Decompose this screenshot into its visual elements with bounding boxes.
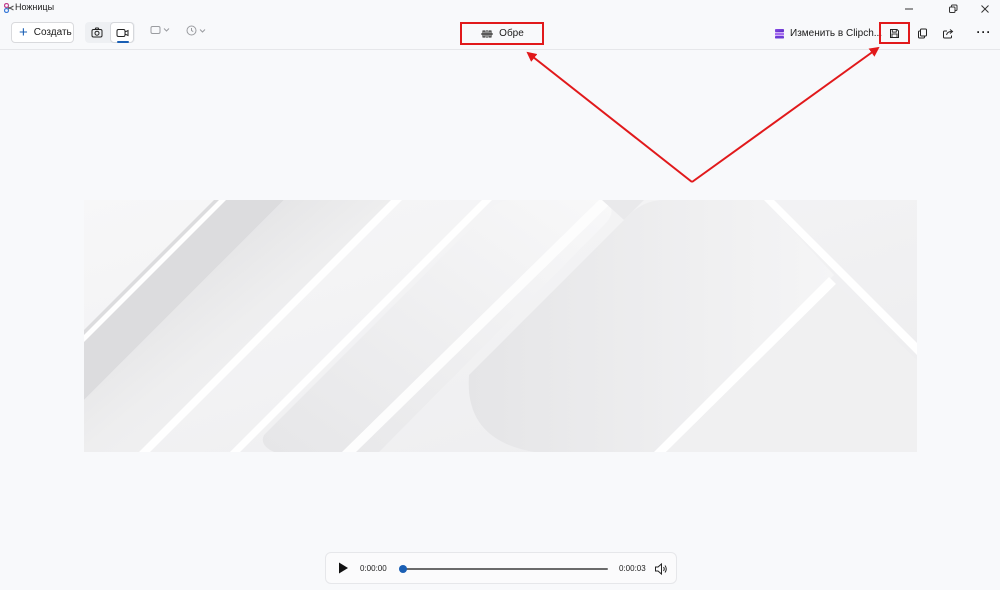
volume-icon[interactable]: [654, 562, 668, 576]
new-button-label: Создать: [33, 27, 72, 38]
trim-icon: [481, 29, 494, 38]
share-button[interactable]: [938, 24, 958, 42]
play-icon[interactable]: [336, 561, 350, 575]
seek-track[interactable]: [403, 568, 608, 570]
arrow-to-trim: [526, 51, 693, 183]
clipchamp-icon: [775, 28, 784, 38]
video-preview: [84, 200, 917, 452]
copy-icon: [917, 28, 927, 38]
share-icon: [943, 28, 954, 38]
preview-image: [84, 200, 917, 452]
restore-icon: [949, 4, 958, 13]
clock-icon: [186, 25, 197, 36]
restore-button[interactable]: [938, 0, 968, 17]
selected-indicator: [117, 41, 129, 43]
clipchamp-label: Изменить в Clipch...: [790, 27, 883, 39]
current-time: 0:00:00: [360, 564, 387, 573]
save-icon: [890, 28, 899, 38]
plus-icon: +: [19, 23, 28, 41]
trim-button[interactable]: Обре: [460, 22, 544, 45]
minimize-button[interactable]: [894, 0, 924, 17]
capture-mode-group: [85, 22, 135, 43]
copy-button[interactable]: [912, 24, 932, 42]
scissors-app-icon: [4, 3, 14, 13]
arrow-to-save: [691, 46, 880, 183]
title-bar: Ножницы: [0, 0, 1000, 17]
toolbar: + Создать Обре Изменить в Clipch... ···: [0, 17, 1000, 50]
close-icon: [981, 4, 989, 13]
new-button[interactable]: + Создать: [11, 22, 74, 43]
video-camera-icon: [116, 28, 128, 37]
camera-icon: [91, 27, 103, 38]
video-mode-button[interactable]: [110, 22, 134, 43]
save-button[interactable]: [879, 22, 910, 44]
chevron-down-icon: [199, 28, 206, 33]
edit-in-clipchamp-button[interactable]: Изменить в Clipch...: [774, 24, 882, 42]
trim-button-label: Обре: [499, 28, 524, 39]
duration-time: 0:00:03: [619, 564, 646, 573]
photo-mode-button[interactable]: [85, 22, 109, 43]
window-title: Ножницы: [15, 2, 55, 12]
timer-dropdown[interactable]: [186, 25, 206, 36]
more-options-button[interactable]: ···: [974, 23, 994, 41]
close-button[interactable]: [970, 0, 1000, 17]
shape-dropdown[interactable]: [150, 25, 170, 35]
chevron-down-icon: [163, 28, 170, 32]
playback-controls: 0:00:00 0:00:03: [325, 552, 677, 584]
seek-thumb[interactable]: [399, 565, 407, 573]
rectangle-icon: [150, 26, 161, 34]
minimize-icon: [905, 8, 913, 9]
